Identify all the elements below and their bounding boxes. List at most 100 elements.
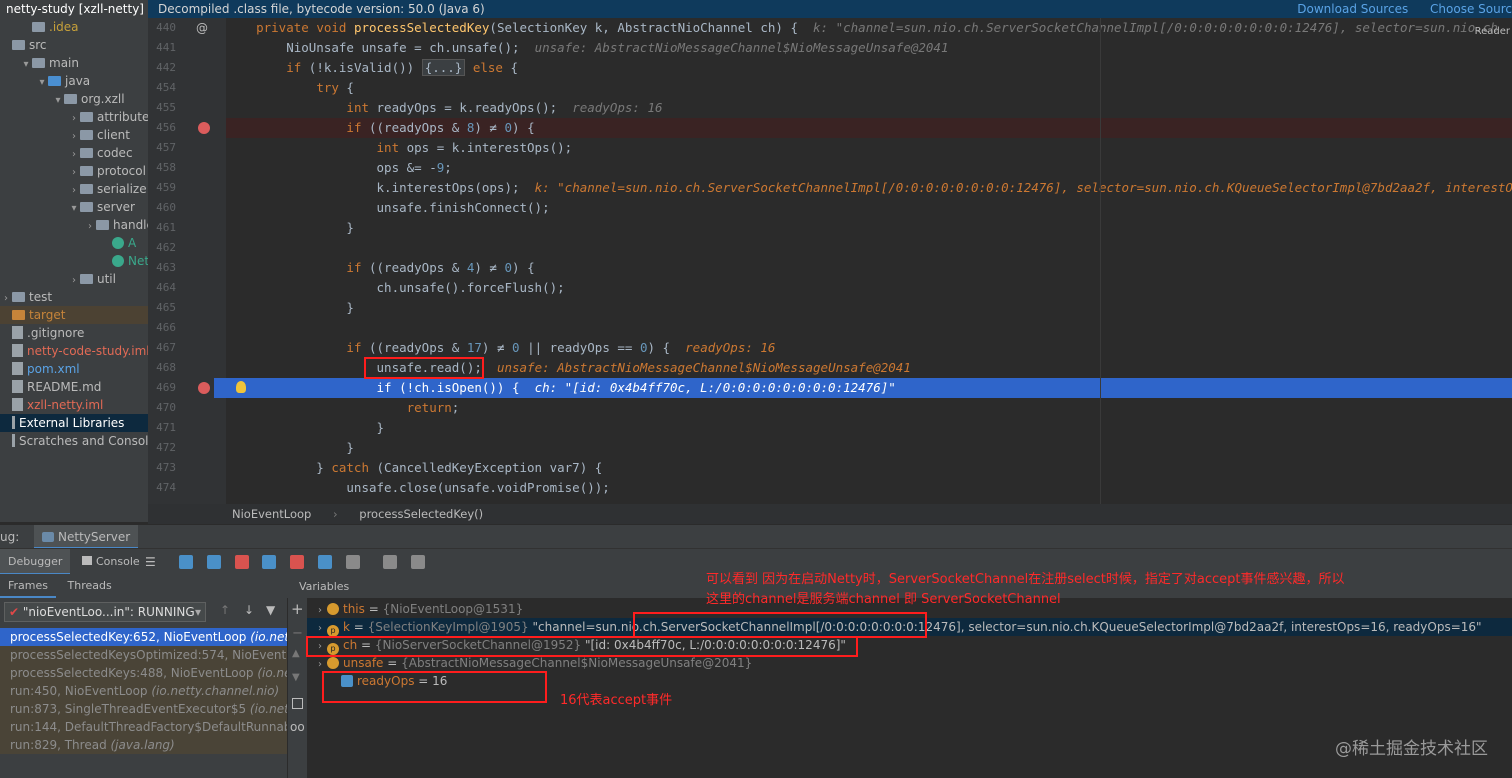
evaluate-expression-icon[interactable] bbox=[382, 555, 397, 569]
tree-item-label: netty-code-study.iml bbox=[27, 344, 148, 358]
tree-item[interactable]: › util bbox=[0, 270, 148, 288]
code-editor[interactable]: private void processSelectedKey(Selectio… bbox=[226, 18, 1512, 504]
stack-frame[interactable]: processSelectedKeys:488, NioEventLoop (i… bbox=[0, 664, 287, 682]
code-line[interactable]: } bbox=[226, 218, 1512, 238]
code-line[interactable]: ops &= -9; bbox=[226, 158, 1512, 178]
frame-up-icon[interactable]: ↑ bbox=[220, 603, 230, 617]
download-sources-link[interactable]: Download Sources bbox=[1297, 2, 1408, 16]
tree-item[interactable]: README.md bbox=[0, 378, 148, 396]
tree-item[interactable]: ▾ org.xzll bbox=[0, 90, 148, 108]
stack-frame[interactable]: processSelectedKey:652, NioEventLoop (io… bbox=[0, 628, 287, 646]
project-tree[interactable]: netty-study [xzll-netty] .idea src ▾ main ▾ j… bbox=[0, 0, 148, 522]
step-out-icon[interactable] bbox=[290, 555, 305, 569]
breadcrumb-method[interactable]: processSelectedKey() bbox=[359, 507, 483, 521]
remove-watch-icon[interactable]: − bbox=[292, 626, 303, 641]
stack-frame[interactable]: run:450, NioEventLoop (io.netty.channel.… bbox=[0, 682, 287, 700]
code-line[interactable]: int ops = k.interestOps(); bbox=[226, 138, 1512, 158]
stack-frame[interactable]: run:873, SingleThreadEventExecutor$5 (io… bbox=[0, 700, 287, 718]
tree-item[interactable]: xzll-netty.iml bbox=[0, 396, 148, 414]
add-watch-icon[interactable]: + bbox=[291, 600, 304, 618]
run-to-cursor-icon[interactable] bbox=[345, 555, 360, 569]
debugger-tab[interactable]: Debugger bbox=[0, 549, 71, 575]
threads-tab[interactable]: Threads bbox=[60, 579, 120, 592]
tree-item[interactable]: .idea bbox=[0, 18, 148, 36]
breakpoint-icon[interactable] bbox=[198, 382, 210, 394]
line-number: 467 bbox=[156, 341, 176, 354]
console-tab[interactable]: Console bbox=[76, 549, 146, 575]
tree-item[interactable]: › protocol bbox=[0, 162, 148, 180]
line-number: 455 bbox=[156, 101, 176, 114]
tree-item-label: attribute bbox=[97, 110, 148, 124]
stack-frame[interactable]: run:144, DefaultThreadFactory$DefaultRun… bbox=[0, 718, 287, 736]
step-over-icon[interactable] bbox=[206, 555, 221, 569]
highlight-server-socket-channel bbox=[633, 612, 927, 638]
stack-frame[interactable]: processSelectedKeysOptimized:574, NioEve… bbox=[0, 646, 287, 664]
show-execution-point-icon[interactable] bbox=[179, 555, 193, 569]
code-line[interactable]: ch.unsafe().forceFlush(); bbox=[226, 278, 1512, 298]
step-into-icon[interactable] bbox=[234, 555, 249, 569]
restore-layout-icon[interactable] bbox=[410, 555, 425, 569]
code-line[interactable]: private void processSelectedKey(Selectio… bbox=[226, 18, 1512, 38]
highlight-unsafe-read bbox=[364, 357, 484, 379]
code-line[interactable] bbox=[226, 318, 1512, 338]
tree-item[interactable]: ›handler bbox=[0, 216, 148, 234]
stack-frame-label: processSelectedKeysOptimized:574, NioEve… bbox=[10, 648, 287, 662]
glasses-icon[interactable]: oo bbox=[290, 720, 305, 734]
stack-frame[interactable]: run:829, Thread (java.lang) bbox=[0, 736, 287, 754]
code-line[interactable]: } bbox=[226, 298, 1512, 318]
tree-item[interactable]: src bbox=[0, 36, 148, 54]
code-line[interactable]: k.interestOps(ops); k: "channel=sun.nio.… bbox=[226, 178, 1512, 198]
tree-item[interactable]: ▾ java bbox=[0, 72, 148, 90]
frame-down-icon[interactable]: ↓ bbox=[244, 603, 254, 617]
reader-mode-button[interactable]: Reader bbox=[1475, 26, 1510, 37]
tree-item[interactable]: › attribute bbox=[0, 108, 148, 126]
tree-item[interactable]: NettySe bbox=[0, 252, 148, 270]
code-line[interactable]: unsafe.finishConnect(); bbox=[226, 198, 1512, 218]
code-line[interactable]: if ((readyOps & 8) ≠ 0) { bbox=[226, 118, 1512, 138]
code-line[interactable]: int readyOps = k.readyOps(); readyOps: 1… bbox=[226, 98, 1512, 118]
tree-item[interactable]: › client bbox=[0, 126, 148, 144]
project-root[interactable]: netty-study [xzll-netty] bbox=[0, 0, 148, 18]
tree-item[interactable]: ▾ main bbox=[0, 54, 148, 72]
code-line[interactable]: try { bbox=[226, 78, 1512, 98]
move-up-icon[interactable]: ▲ bbox=[292, 648, 300, 659]
lightbulb-icon[interactable] bbox=[236, 381, 246, 393]
tree-item[interactable]: target bbox=[0, 306, 148, 324]
override-marker-icon[interactable]: @ bbox=[196, 18, 208, 38]
code-line[interactable]: } bbox=[226, 438, 1512, 458]
tree-item[interactable]: ▾ server bbox=[0, 198, 148, 216]
code-line[interactable]: if ((readyOps & 4) ≠ 0) { bbox=[226, 258, 1512, 278]
session-tab[interactable]: NettyServer bbox=[34, 525, 139, 549]
code-line[interactable]: } bbox=[226, 418, 1512, 438]
breakpoint-icon[interactable] bbox=[198, 122, 210, 134]
tree-item[interactable]: netty-code-study.iml bbox=[0, 342, 148, 360]
code-line[interactable]: return; bbox=[226, 398, 1512, 418]
tree-item[interactable]: External Libraries bbox=[0, 414, 148, 432]
tree-item-label: test bbox=[29, 290, 53, 304]
tree-item[interactable]: › test bbox=[0, 288, 148, 306]
filter-icon[interactable]: ▼ bbox=[266, 603, 275, 617]
code-line[interactable] bbox=[226, 238, 1512, 258]
code-line[interactable]: unsafe.close(unsafe.voidPromise()); bbox=[226, 478, 1512, 498]
code-line[interactable]: if (!k.isValid()) {...} else { bbox=[226, 58, 1512, 78]
tree-item[interactable]: .gitignore bbox=[0, 324, 148, 342]
menu-icon[interactable]: ☰ bbox=[145, 549, 156, 575]
tree-item[interactable]: › serialize bbox=[0, 180, 148, 198]
code-line[interactable]: if ((readyOps & 17) ≠ 0 || readyOps == 0… bbox=[226, 338, 1512, 358]
move-down-icon[interactable]: ▼ bbox=[292, 672, 300, 683]
code-line[interactable]: NioUnsafe unsafe = ch.unsafe(); unsafe: … bbox=[226, 38, 1512, 58]
frames-tab[interactable]: Frames bbox=[0, 574, 57, 598]
tree-item[interactable]: Scratches and Consoles bbox=[0, 432, 148, 450]
tree-item[interactable]: › codec bbox=[0, 144, 148, 162]
tree-item[interactable]: A bbox=[0, 234, 148, 252]
editor-gutter[interactable]: 440 @441 442 454 455 456 457 458 459 460 461 462 463… bbox=[148, 18, 226, 504]
drop-frame-icon[interactable] bbox=[318, 555, 333, 569]
thread-selector[interactable]: ✔ "nioEventLoo...in": RUNNING ▾ bbox=[4, 602, 206, 622]
force-step-into-icon[interactable] bbox=[262, 555, 277, 569]
tree-item[interactable]: pom.xml bbox=[0, 360, 148, 378]
code-line[interactable]: } catch (CancelledKeyException var7) { bbox=[226, 458, 1512, 478]
code-line[interactable]: if (!ch.isOpen()) { ch: "[id: 0x4b4ff70c… bbox=[226, 378, 1512, 398]
choose-sources-link[interactable]: Choose Sourc bbox=[1430, 2, 1512, 16]
copy-icon[interactable] bbox=[292, 698, 303, 709]
breadcrumb-class[interactable]: NioEventLoop bbox=[232, 507, 311, 521]
